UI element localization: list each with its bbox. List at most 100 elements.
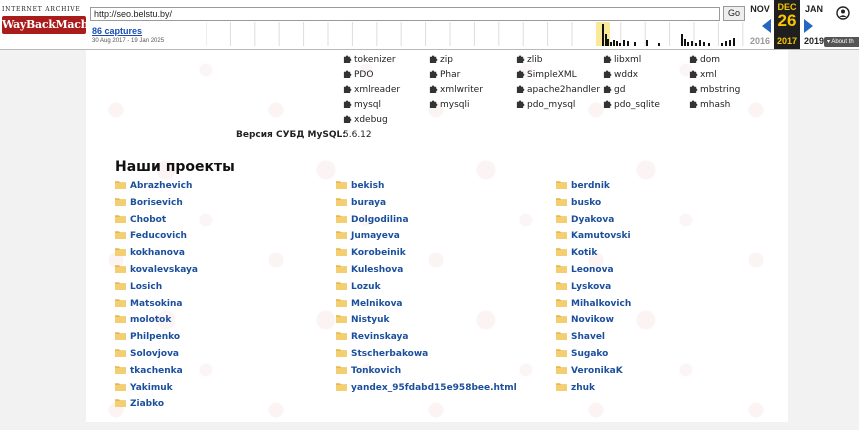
folder-icon bbox=[556, 314, 567, 324]
puzzle-icon bbox=[603, 84, 612, 93]
project-link[interactable]: Tonkovich bbox=[336, 365, 401, 377]
arrow-left-icon[interactable] bbox=[762, 19, 771, 33]
extension-item: xdebug bbox=[343, 114, 388, 127]
url-input[interactable]: http://seo.belstu.by/ bbox=[90, 7, 720, 21]
project-link[interactable]: molotok bbox=[115, 314, 171, 326]
sparkline-bar bbox=[681, 34, 683, 46]
sparkline-bar bbox=[708, 43, 710, 46]
project-link[interactable]: kokhanova bbox=[115, 247, 185, 259]
extension-name: zlib bbox=[527, 55, 543, 65]
extension-item: xmlwriter bbox=[429, 84, 483, 97]
project-link[interactable]: Kotik bbox=[556, 247, 597, 259]
arrow-right-icon[interactable] bbox=[804, 19, 813, 33]
project-name: Ziabko bbox=[130, 399, 165, 410]
project-link[interactable]: Abrazhevich bbox=[115, 180, 192, 192]
project-link[interactable]: kovalevskaya bbox=[115, 264, 198, 276]
extension-item: zip bbox=[429, 54, 453, 67]
next-month-label: JAN bbox=[804, 4, 823, 14]
folder-icon bbox=[115, 398, 126, 408]
project-link[interactable]: Dolgodilina bbox=[336, 214, 409, 226]
project-link[interactable]: Korobeinik bbox=[336, 247, 406, 259]
puzzle-icon bbox=[689, 99, 698, 108]
project-link[interactable]: zhuk bbox=[556, 382, 595, 394]
project-link[interactable]: Chobot bbox=[115, 214, 166, 226]
project-link[interactable]: berdnik bbox=[556, 180, 610, 192]
wayback-logo[interactable]: INTERNET ARCHIVE WayBackMachine bbox=[2, 6, 107, 44]
project-link[interactable]: Leonova bbox=[556, 264, 614, 276]
internet-archive-label: INTERNET ARCHIVE bbox=[2, 6, 81, 13]
project-link[interactable]: Ziabko bbox=[115, 398, 164, 410]
project-link[interactable]: Sugako bbox=[556, 348, 608, 360]
sparkline-bar bbox=[733, 38, 735, 46]
project-name: kokhanova bbox=[130, 248, 185, 259]
project-name: Mihalkovich bbox=[571, 298, 632, 309]
extension-item: dom bbox=[689, 54, 720, 67]
extension-item: xmlreader bbox=[343, 84, 400, 97]
extension-item: Phar bbox=[429, 69, 460, 82]
project-link[interactable]: Mihalkovich bbox=[556, 298, 631, 310]
project-link[interactable]: Lozuk bbox=[336, 281, 381, 293]
project-link[interactable]: yandex_95fdabd15e958bee.html bbox=[336, 382, 517, 394]
extension-name: Phar bbox=[440, 70, 461, 80]
go-button[interactable]: Go bbox=[723, 6, 745, 21]
folder-icon bbox=[336, 298, 347, 307]
project-link[interactable]: Kuleshova bbox=[336, 264, 403, 276]
folder-icon bbox=[115, 214, 126, 223]
puzzle-icon bbox=[603, 54, 612, 63]
folder-icon bbox=[336, 264, 347, 273]
project-link[interactable]: Feducovich bbox=[115, 230, 187, 242]
project-link[interactable]: Solovjova bbox=[115, 348, 179, 360]
about-capture-dropdown[interactable]: ▾ About th bbox=[824, 37, 859, 47]
extension-name: mysqli bbox=[440, 100, 470, 110]
project-name: Leonova bbox=[571, 265, 614, 275]
extension-item: apache2handler bbox=[516, 84, 600, 97]
projects-heading: Наши проекты bbox=[115, 159, 235, 175]
project-link[interactable]: Shavel bbox=[556, 331, 605, 343]
folder-icon bbox=[556, 281, 567, 290]
project-link[interactable]: buraya bbox=[336, 197, 386, 209]
extension-item: libxml bbox=[603, 54, 641, 67]
project-link[interactable]: tkachenka bbox=[115, 365, 183, 377]
project-link[interactable]: bekish bbox=[336, 180, 384, 192]
folder-icon bbox=[115, 230, 126, 240]
sparkline-bar bbox=[721, 43, 723, 46]
extension-item: mhash bbox=[689, 99, 730, 112]
capture-sparkline[interactable] bbox=[206, 22, 744, 46]
project-link[interactable]: Losich bbox=[115, 281, 162, 293]
project-name: yandex_95fdabd15e958bee.html bbox=[351, 382, 517, 393]
captures-link[interactable]: 86 captures bbox=[92, 26, 142, 36]
project-link[interactable]: Novikow bbox=[556, 314, 614, 326]
folder-icon bbox=[115, 264, 126, 273]
project-link[interactable]: Yakimuk bbox=[115, 382, 173, 394]
project-link[interactable]: Jumayeva bbox=[336, 230, 400, 242]
project-link[interactable]: Stscherbakowa bbox=[336, 348, 428, 360]
extensions-row: PDO Phar SimpleXML wddx xml bbox=[86, 69, 786, 82]
project-link[interactable]: Dyakova bbox=[556, 214, 614, 226]
folder-icon bbox=[336, 180, 347, 189]
extensions-row: tokenizer zip zlib libxml dom bbox=[86, 54, 786, 67]
folder-icon bbox=[336, 281, 347, 290]
project-link[interactable]: busko bbox=[556, 197, 601, 209]
project-link[interactable]: Philpenko bbox=[115, 331, 180, 343]
project-link[interactable]: Revinskaya bbox=[336, 331, 408, 343]
folder-icon bbox=[115, 348, 126, 357]
project-link[interactable]: Melnikova bbox=[336, 298, 403, 310]
project-link[interactable]: Borisevich bbox=[115, 197, 183, 209]
folder-icon bbox=[115, 247, 126, 257]
project-link[interactable]: Nistyuk bbox=[336, 314, 390, 326]
folder-icon bbox=[336, 365, 347, 374]
folder-icon bbox=[556, 365, 567, 374]
project-name: Stscherbakowa bbox=[351, 349, 429, 359]
puzzle-icon bbox=[516, 84, 525, 93]
project-link[interactable]: Kamutovski bbox=[556, 230, 631, 242]
extensions-row: xdebug bbox=[86, 114, 786, 127]
project-name: tkachenka bbox=[130, 365, 183, 376]
project-link[interactable]: Lyskova bbox=[556, 281, 611, 293]
puzzle-icon bbox=[516, 54, 525, 63]
project-link[interactable]: Matsokina bbox=[115, 298, 182, 310]
user-icon[interactable] bbox=[836, 6, 850, 20]
extension-name: xdebug bbox=[354, 115, 388, 125]
extension-item: wddx bbox=[603, 69, 638, 82]
project-link[interactable]: VeronikaK bbox=[556, 365, 623, 377]
folder-icon bbox=[556, 331, 567, 341]
